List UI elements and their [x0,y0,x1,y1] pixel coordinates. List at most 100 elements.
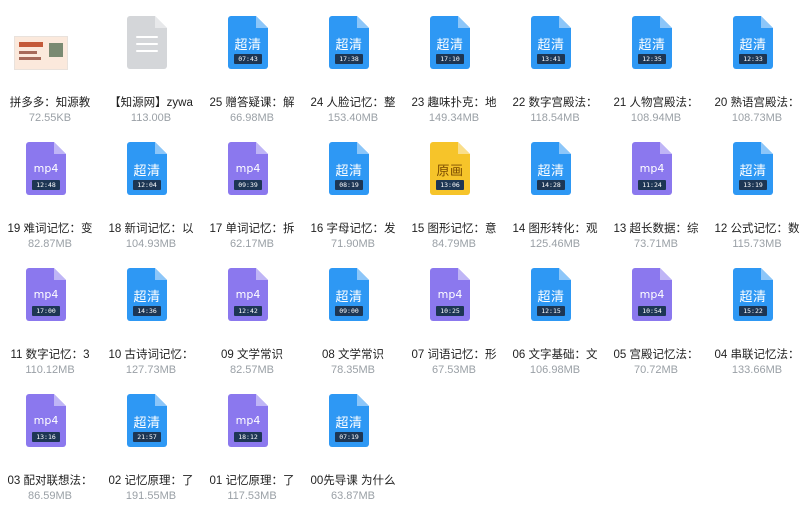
video-duration: 17:38 [335,54,363,64]
file-item[interactable]: 超清 12:33 20 熟语宫殿法： 108.73MB [707,16,800,134]
file-name: 【知源网】zywa [109,97,193,109]
file-item[interactable]: mp4 18:12 01 记忆原理：了 117.53MB [202,394,302,512]
file-type-label: 超清 [335,416,363,431]
file-size: 104.93MB [125,238,177,250]
file-item[interactable]: 超清 12:15 06 文字基础：文 106.98MB [505,268,605,386]
file-item[interactable]: 超清 17:38 24 人脸记忆：整 153.40MB [303,16,403,134]
file-item[interactable]: mp4 12:48 19 难词记忆：变 82.87MB [0,142,100,260]
file-type-label: 超清 [133,416,161,431]
video-duration: 17:10 [436,54,464,64]
video-mp4-icon: mp4 12:42 [228,268,268,321]
file-item[interactable]: 拼多多：知源教 72.55KB [0,16,100,134]
file-name: 07 词语记忆：形 [411,349,497,361]
file-size: 78.35MB [330,364,376,376]
file-type-label: mp4 [437,288,463,301]
file-type-label: mp4 [33,414,59,427]
file-item[interactable]: 超清 13:19 12 公式记忆：数 115.73MB [707,142,800,260]
file-item[interactable]: mp4 12:42 09 文学常识 82.57MB [202,268,302,386]
video-duration: 14:36 [133,306,161,316]
file-type-label: 原画 [436,164,464,179]
file-size: 71.90MB [330,238,376,250]
video-hd-icon: 超清 13:41 [531,16,571,69]
video-hd-icon: 超清 12:35 [632,16,672,69]
file-name: 18 新词记忆：以 [108,223,194,235]
file-type-label: mp4 [235,162,261,175]
video-duration: 14:28 [537,180,565,190]
video-duration: 21:57 [133,432,161,442]
file-size: 125.46MB [529,238,581,250]
file-item[interactable]: 超清 13:41 22 数字宫殿法： 118.54MB [505,16,605,134]
file-item[interactable]: 【知源网】zywa 113.00B [101,16,201,134]
video-duration: 11:24 [638,180,666,190]
file-item[interactable]: mp4 11:24 13 超长数据：综 73.71MB [606,142,706,260]
file-grid: 拼多多：知源教 72.55KB 【知源网】zywa 113.00B 超清 07:43 25 … [0,0,800,502]
file-item[interactable]: 原画 13:06 15 图形记忆：意 84.79MB [404,142,504,260]
video-mp4-icon: mp4 10:25 [430,268,470,321]
video-original-icon: 原画 13:06 [430,142,470,195]
file-item[interactable]: 超清 17:10 23 趣味扑克：地 149.34MB [404,16,504,134]
file-item[interactable]: 超清 12:35 21 人物宫殿法： 108.94MB [606,16,706,134]
file-name: 25 赠答疑课：解 [209,97,295,109]
video-duration: 10:54 [638,306,666,316]
file-type-label: mp4 [33,288,59,301]
video-duration: 07:19 [335,432,363,442]
file-item[interactable]: mp4 09:39 17 单词记忆：拆 62.17MB [202,142,302,260]
video-hd-icon: 超清 08:19 [329,142,369,195]
file-name: 06 文字基础：文 [512,349,598,361]
file-item[interactable]: 超清 12:04 18 新词记忆：以 104.93MB [101,142,201,260]
file-item[interactable]: 超清 21:57 02 记忆原理：了 191.55MB [101,394,201,512]
file-item[interactable]: 超清 14:36 10 古诗词记忆： 127.73MB [101,268,201,386]
file-item[interactable]: mp4 17:00 11 数字记忆：3 110.12MB [0,268,100,386]
file-type-label: mp4 [235,414,261,427]
file-type-label: 超清 [739,38,767,53]
video-duration: 09:00 [335,306,363,316]
file-item[interactable]: 超清 14:28 14 图形转化：观 125.46MB [505,142,605,260]
file-name: 22 数字宫殿法： [512,97,598,109]
file-item[interactable]: 超清 07:43 25 赠答疑课：解 66.98MB [202,16,302,134]
file-item[interactable]: 超清 07:19 00先导课 为什么 63.87MB [303,394,403,512]
video-mp4-icon: mp4 13:16 [26,394,66,447]
video-duration: 12:33 [739,54,767,64]
video-hd-icon: 超清 21:57 [127,394,167,447]
file-item[interactable]: 超清 08:19 16 字母记忆：发 71.90MB [303,142,403,260]
file-size: 82.57MB [229,364,275,376]
file-type-label: 超清 [133,290,161,305]
video-hd-icon: 超清 12:15 [531,268,571,321]
file-size: 67.53MB [431,364,477,376]
file-type-label: 超清 [739,164,767,179]
video-hd-icon: 超清 12:33 [733,16,773,69]
file-name: 24 人脸记忆：整 [310,97,396,109]
file-size: 70.72MB [633,364,679,376]
file-item[interactable]: mp4 10:54 05 宫殿记忆法： 70.72MB [606,268,706,386]
file-size: 108.94MB [630,112,682,124]
video-hd-icon: 超清 07:43 [228,16,268,69]
file-name: 20 熟语宫殿法： [714,97,800,109]
video-duration: 13:41 [537,54,565,64]
file-size: 110.12MB [25,364,75,376]
file-item[interactable]: mp4 10:25 07 词语记忆：形 67.53MB [404,268,504,386]
video-hd-icon: 超清 07:19 [329,394,369,447]
file-name: 16 字母记忆：发 [310,223,396,235]
file-size: 72.55KB [28,112,72,124]
file-size: 66.98MB [229,112,275,124]
video-hd-icon: 超清 17:38 [329,16,369,69]
file-size: 62.17MB [229,238,275,250]
video-duration: 12:35 [638,54,666,64]
file-type-label: 超清 [335,164,363,179]
file-item[interactable]: mp4 13:16 03 配对联想法： 86.59MB [0,394,100,512]
file-type-label: 超清 [537,38,565,53]
file-name: 23 趣味扑克：地 [411,97,497,109]
video-duration: 12:48 [32,180,60,190]
video-hd-icon: 超清 13:19 [733,142,773,195]
file-size: 73.71MB [633,238,679,250]
file-type-label: 超清 [537,164,565,179]
file-name: 04 串联记忆法： [714,349,800,361]
file-name: 00先导课 为什么 [310,475,396,487]
video-duration: 09:39 [234,180,262,190]
file-item[interactable]: 超清 15:22 04 串联记忆法： 133.66MB [707,268,800,386]
file-item[interactable]: 超清 09:00 08 文学常识 78.35MB [303,268,403,386]
video-duration: 12:42 [234,306,262,316]
image-thumbnail-icon [14,36,68,70]
video-duration: 15:22 [739,306,767,316]
file-size: 127.73MB [125,364,177,376]
